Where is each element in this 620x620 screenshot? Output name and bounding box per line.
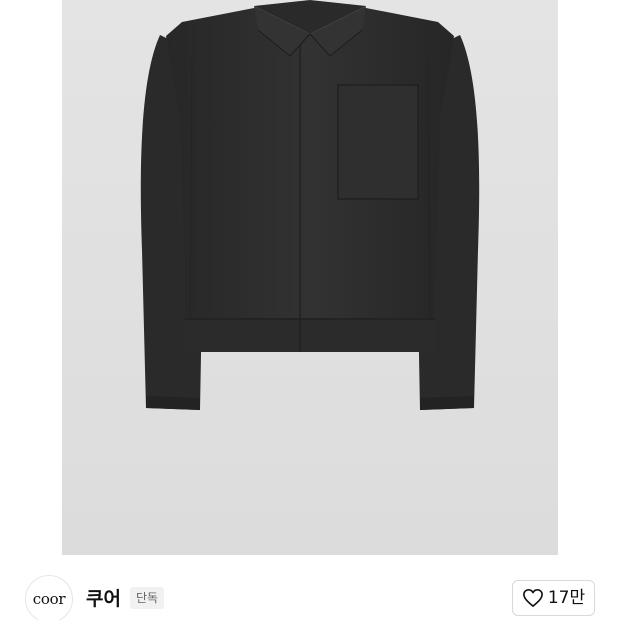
jacket-illustration xyxy=(62,0,558,555)
heart-outline-icon xyxy=(522,589,543,607)
brand-name[interactable]: 쿠어 xyxy=(86,587,121,611)
like-count: 17만 xyxy=(547,588,586,608)
brand-logo[interactable]: coor xyxy=(25,575,73,620)
like-button[interactable]: 17만 xyxy=(512,580,595,616)
product-detail-page: coor 쿠어 단독 17만 xyxy=(0,0,620,620)
exclusive-badge: 단독 xyxy=(130,587,165,609)
product-image[interactable] xyxy=(62,0,558,555)
brand-logo-text: coor xyxy=(32,590,66,608)
brand-bar: coor 쿠어 단독 17만 xyxy=(0,555,620,620)
